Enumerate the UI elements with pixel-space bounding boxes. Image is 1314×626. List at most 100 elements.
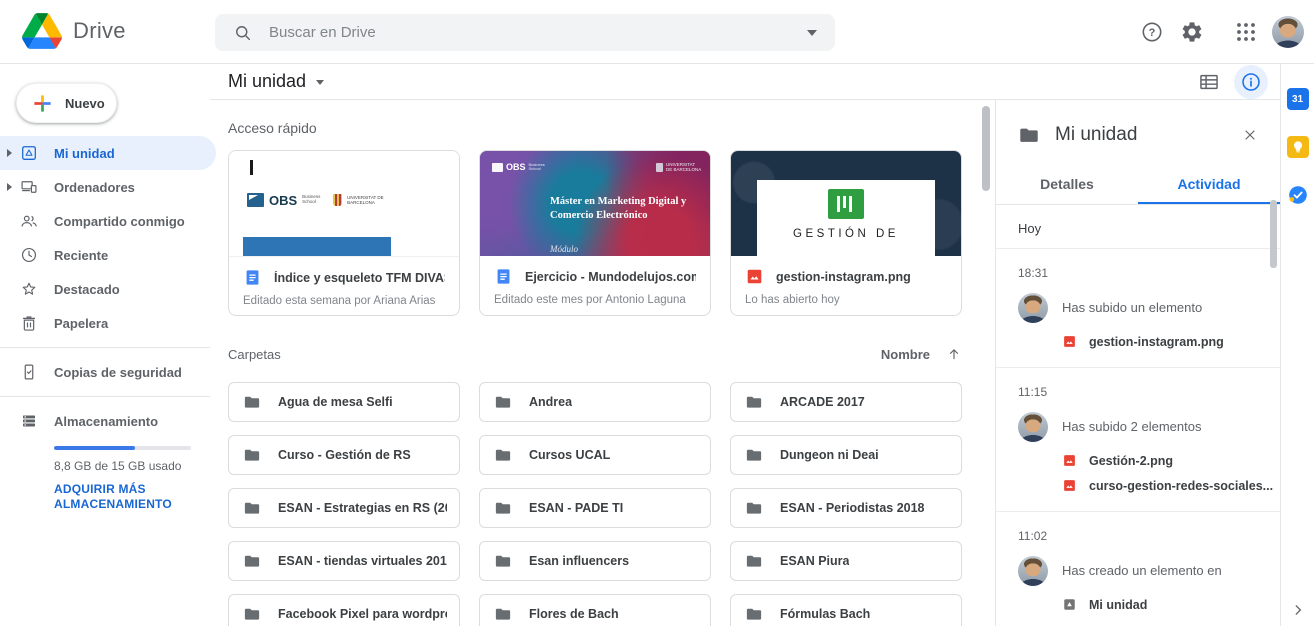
search-icon[interactable] — [233, 23, 253, 43]
sidebar-nav: Mi unidad Ordenadores Compartido conmigo… — [0, 136, 210, 512]
sidebar-item-label: Mi unidad — [54, 146, 115, 161]
sidebar-item-copias-seguridad[interactable]: Copias de seguridad — [0, 355, 210, 389]
folder-item[interactable]: ARCADE 2017 — [730, 382, 962, 422]
obs-logo-icon — [247, 193, 264, 207]
sidebar-item-label: Copias de seguridad — [54, 365, 182, 380]
collapse-panel-chevron-icon[interactable] — [1290, 602, 1306, 618]
sidebar-item-label: Papelera — [54, 316, 108, 331]
main-scrollbar[interactable] — [982, 106, 990, 191]
sidebar-item-ordenadores[interactable]: Ordenadores — [0, 170, 210, 204]
quick-access-card[interactable]: GESTIÓN DE gestion-instagram.png Lo has … — [730, 150, 962, 316]
activity-file-link[interactable]: gestion-instagram.png — [1062, 334, 1280, 349]
workspace-side-rail: 31 — [1280, 64, 1314, 626]
folder-icon — [243, 446, 261, 464]
folder-item[interactable]: ESAN - PADE TI — [479, 488, 711, 528]
settings-gear-icon[interactable] — [1180, 20, 1204, 44]
thumb-inner-panel: GESTIÓN DE — [757, 180, 935, 256]
plus-icon — [30, 91, 55, 116]
folder-name: Esan influencers — [529, 554, 629, 568]
file-subtitle: Editado esta semana por Ariana Arias — [243, 295, 445, 307]
help-icon[interactable] — [1140, 20, 1164, 44]
activity-file-link[interactable]: curso-gestion-redes-sociales.... — [1062, 478, 1280, 493]
sidebar-item-papelera[interactable]: Papelera — [0, 306, 210, 340]
folder-name: Curso - Gestión de RS — [278, 448, 411, 462]
account-avatar[interactable] — [1272, 16, 1304, 48]
file-subtitle: Editado este mes por Antonio Laguna — [494, 294, 696, 306]
divider — [0, 347, 210, 348]
folder-name: Agua de mesa Selfi — [278, 395, 393, 409]
divider — [0, 396, 210, 397]
calendar-icon[interactable]: 31 — [1287, 88, 1309, 110]
sort-button[interactable]: Nombre — [881, 346, 962, 362]
folder-icon — [243, 552, 261, 570]
new-button-label: Nuevo — [65, 96, 105, 111]
info-icon — [1240, 71, 1262, 93]
folder-item[interactable]: ESAN - Estrategias en RS (2018) — [228, 488, 460, 528]
sidebar-item-label: Ordenadores — [54, 180, 135, 195]
folder-item[interactable]: ESAN - tiendas virtuales 2018 — [228, 541, 460, 581]
quick-access-card[interactable]: OBS Business School UNIVERSITAT DE BARCE… — [228, 150, 460, 316]
folder-item[interactable]: Agua de mesa Selfi — [228, 382, 460, 422]
search-input[interactable]: Buscar en Drive — [269, 24, 791, 41]
drive-home-link[interactable]: Drive — [22, 13, 126, 49]
my-drive-icon — [20, 144, 38, 162]
activity-location-link[interactable]: Mi unidad — [1062, 597, 1280, 612]
user-avatar — [1018, 412, 1048, 442]
apps-grid-icon[interactable] — [1234, 20, 1258, 44]
tasks-icon[interactable] — [1287, 184, 1309, 206]
thumb-university: UNIVERSITAT DE BARCELONA — [347, 195, 389, 205]
activity-file-link[interactable]: Gestión-2.png — [1062, 453, 1280, 468]
computers-icon — [20, 178, 38, 196]
folder-icon — [745, 552, 763, 570]
expand-arrow-icon[interactable] — [7, 149, 16, 157]
thumb-university: UNIVERSITAT DE BARCELONA — [666, 162, 702, 172]
expand-arrow-icon[interactable] — [7, 183, 16, 191]
activity-action: Has subido 2 elementos — [1062, 412, 1201, 434]
thumb-heading: Máster en Marketing Digital y Comercio E… — [550, 195, 702, 223]
folder-item[interactable]: Facebook Pixel para wordpress — [228, 594, 460, 626]
location-dropdown[interactable]: Mi unidad — [228, 71, 324, 92]
folder-item[interactable]: Andrea — [479, 382, 711, 422]
buy-storage-link[interactable]: ADQUIRIR MÁS ALMACENAMIENTO — [54, 482, 176, 512]
sidebar-item-reciente[interactable]: Reciente — [0, 238, 210, 272]
new-button[interactable]: Nuevo — [16, 83, 117, 123]
quick-access-card[interactable]: OBS Business School UNIVERSITAT DE BARCE… — [479, 150, 711, 316]
search-options-caret-icon[interactable] — [807, 30, 817, 41]
folder-icon — [494, 605, 512, 623]
thumb-brand: OBS — [269, 194, 297, 207]
search-bar[interactable]: Buscar en Drive — [215, 14, 835, 51]
panel-scrollbar[interactable] — [1270, 200, 1277, 268]
sidebar-item-compartido[interactable]: Compartido conmigo — [0, 204, 210, 238]
sidebar-item-destacado[interactable]: Destacado — [0, 272, 210, 306]
details-toggle-button[interactable] — [1234, 65, 1268, 99]
close-icon[interactable] — [1242, 127, 1258, 143]
activity-file-name: Mi unidad — [1089, 598, 1147, 612]
folder-name: Fórmulas Bach — [780, 607, 870, 621]
folder-item[interactable]: Cursos UCAL — [479, 435, 711, 475]
sidebar-item-almacenamiento[interactable]: Almacenamiento — [0, 404, 210, 438]
sidebar-item-mi-unidad[interactable]: Mi unidad — [0, 136, 216, 170]
starred-icon — [20, 280, 38, 298]
card-footer: Ejercicio - Mundodelujos.com Editado est… — [480, 256, 710, 306]
folder-item[interactable]: Curso - Gestión de RS — [228, 435, 460, 475]
tab-actividad[interactable]: Actividad — [1138, 164, 1280, 204]
folder-name: ESAN Piura — [780, 554, 849, 568]
file-title: gestion-instagram.png — [776, 270, 947, 284]
details-panel-title: Mi unidad — [1055, 124, 1227, 146]
quick-access-cards: OBS Business School UNIVERSITAT DE BARCE… — [228, 150, 983, 316]
details-panel-header: Mi unidad — [996, 100, 1280, 164]
folder-item[interactable]: Esan influencers — [479, 541, 711, 581]
keep-icon[interactable] — [1287, 136, 1309, 158]
text-cursor-decor — [250, 160, 253, 175]
tab-detalles[interactable]: Detalles — [996, 164, 1138, 204]
topbar-actions — [1140, 0, 1304, 64]
folder-item[interactable]: Dungeon ni Deai — [730, 435, 962, 475]
my-drive-icon — [1062, 597, 1077, 612]
sort-label: Nombre — [881, 347, 930, 362]
folder-item[interactable]: ESAN Piura — [730, 541, 962, 581]
folder-item[interactable]: ESAN - Periodistas 2018 — [730, 488, 962, 528]
folder-icon — [243, 499, 261, 517]
list-view-icon[interactable] — [1198, 71, 1220, 93]
folder-item[interactable]: Fórmulas Bach — [730, 594, 962, 626]
folder-item[interactable]: Flores de Bach — [479, 594, 711, 626]
